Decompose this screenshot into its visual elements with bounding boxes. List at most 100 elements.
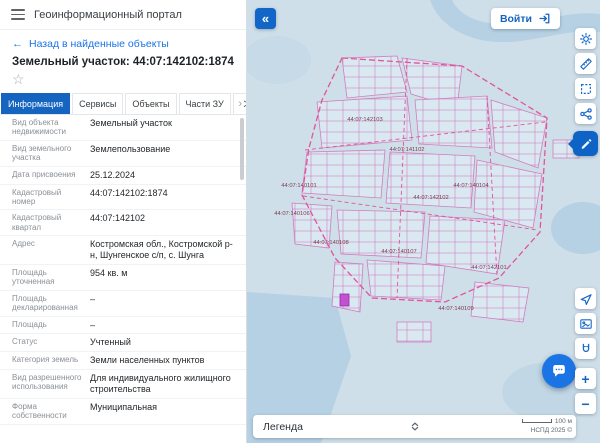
quarter-label: 44:07:141102 xyxy=(389,147,424,153)
table-row: Площадь уточненная 954 кв. м xyxy=(0,265,246,291)
scale-line xyxy=(521,418,552,423)
locate-button[interactable] xyxy=(575,288,596,309)
quarter-label: 44:07:140104 xyxy=(453,183,489,189)
table-row: Адрес Костромская обл., Костромской р-н,… xyxy=(0,236,246,265)
info-table: Вид объекта недвижимости Земельный участ… xyxy=(0,115,246,425)
row-value: Костромская обл., Костромской р-н, Шунге… xyxy=(90,239,233,261)
row-value: 44:07:142102 xyxy=(90,213,146,224)
quarter-label: 44:07:140107 xyxy=(381,249,416,255)
collapse-panel-button[interactable]: « xyxy=(255,8,276,29)
row-value: Землепользование xyxy=(90,143,171,154)
attribution-text: НСПД 2025 © xyxy=(530,427,572,435)
select-region-button[interactable] xyxy=(575,78,596,99)
login-arrow-icon xyxy=(539,13,550,24)
table-row: Дата присвоения 25.12.2024 xyxy=(0,167,246,185)
tab-information[interactable]: Информация xyxy=(1,93,71,114)
table-row: Кадастровый квартал 44:07:142102 xyxy=(0,210,246,237)
minus-icon: − xyxy=(581,395,590,412)
quarter-label: 44:07:142103 xyxy=(347,117,382,123)
plus-icon: + xyxy=(581,370,590,387)
page-title: Земельный участок: 44:07:142102:1874 xyxy=(12,56,234,68)
draw-icon xyxy=(581,138,591,149)
measure-button[interactable] xyxy=(575,53,596,74)
row-value: Для индивидуального жилищного строительс… xyxy=(90,373,231,394)
row-label: Категория земель xyxy=(12,355,79,365)
scale-label: 100 м xyxy=(554,417,572,425)
table-row: Площадь – xyxy=(0,317,246,335)
settings-button[interactable] xyxy=(575,28,596,49)
info-panel: Геоинформационный портал ← Назад в найде… xyxy=(0,0,247,443)
row-label: Кадастровый номер xyxy=(12,187,62,206)
row-label: Кадастровый квартал xyxy=(12,213,62,232)
tab-services[interactable]: Сервисы xyxy=(72,93,124,114)
row-label: Вид земельного участка xyxy=(12,143,72,163)
chat-icon xyxy=(553,365,565,377)
basemap-button[interactable] xyxy=(575,313,596,334)
legend-label: Легенда xyxy=(263,420,303,433)
tabs-scroll-right-icon[interactable]: › xyxy=(236,98,244,110)
row-value: 25.12.2024 xyxy=(90,169,136,180)
collapse-icon: « xyxy=(261,11,270,26)
row-label: Дата присвоения xyxy=(12,169,76,179)
row-label: Площадь декларированная xyxy=(12,293,78,313)
row-label: Площадь xyxy=(12,319,47,329)
login-button[interactable]: Войти xyxy=(490,8,560,29)
quarter-label: 44:07:140108 xyxy=(313,240,348,246)
favorite-star-icon[interactable]: ☆ xyxy=(0,70,36,89)
app-header: Геоинформационный портал xyxy=(0,0,246,30)
row-label: Вид объекта недвижимости xyxy=(12,118,66,137)
row-value: 44:07:142102:1874 xyxy=(90,187,168,198)
row-label: Площадь уточненная xyxy=(12,267,55,287)
map-attribution: 100 м НСПД 2025 © xyxy=(521,417,572,437)
row-value: – xyxy=(90,293,96,304)
table-row: Вид разрешенного использования Для индив… xyxy=(0,370,246,399)
table-row: Кадастровый номер 44:07:142102:1874 xyxy=(0,185,246,211)
legend-expand-icon[interactable] xyxy=(408,420,421,433)
row-label: Адрес xyxy=(12,239,35,249)
snap-button[interactable] xyxy=(575,338,596,359)
select-region-icon xyxy=(580,83,591,94)
quarter-label: 44:07:140109 xyxy=(438,306,473,312)
image-icon xyxy=(579,318,592,329)
table-row: Форма собственности Муниципальная xyxy=(0,399,246,425)
geoportal-app: Геоинформационный портал ← Назад в найде… xyxy=(0,0,600,443)
row-value: Земли населенных пунктов xyxy=(90,355,205,366)
panel-scrollbar[interactable] xyxy=(240,118,244,180)
row-label: Форма собственности xyxy=(12,401,67,421)
row-value: – xyxy=(90,319,96,330)
row-label: Вид разрешенного использования xyxy=(12,373,82,392)
table-row: Категория земель Земли населенных пункто… xyxy=(0,352,246,371)
scale-bar: 100 м xyxy=(521,417,572,427)
share-button[interactable] xyxy=(575,103,596,124)
tabs-bar: Информация Сервисы Объекты Части ЗУ Сост… xyxy=(0,89,246,115)
table-row: Площадь декларированная – xyxy=(0,291,246,317)
map-view: 44:07:142103 44:07:141102 44:07:140101 4… xyxy=(247,0,600,443)
back-link-label: Назад в найденные объекты xyxy=(29,38,169,50)
feedback-chat-button[interactable] xyxy=(542,354,576,388)
row-label: Статус xyxy=(12,337,38,347)
quarter-label: 44:07:142101 xyxy=(471,265,506,271)
login-label: Войти xyxy=(499,12,532,25)
ruler-icon xyxy=(579,57,592,70)
table-row: Вид земельного участка Землепользование xyxy=(0,141,246,167)
back-link[interactable]: ← Назад в найденные объекты xyxy=(0,30,246,53)
row-value: Учтенный xyxy=(90,337,131,348)
tab-parcel-parts[interactable]: Части ЗУ xyxy=(178,93,231,114)
gear-icon xyxy=(579,32,592,45)
zoom-in-button[interactable]: + xyxy=(575,368,596,389)
back-arrow-icon: ← xyxy=(12,37,23,50)
draw-tool-button[interactable] xyxy=(568,131,598,156)
share-icon xyxy=(579,107,592,120)
quarter-label: 44:07:140106 xyxy=(274,211,309,217)
magnet-icon xyxy=(582,343,589,352)
location-arrow-icon xyxy=(580,293,592,305)
row-value: 954 кв. м xyxy=(90,267,128,278)
zoom-out-button[interactable]: − xyxy=(575,393,596,414)
selected-parcel[interactable] xyxy=(339,293,350,307)
menu-icon[interactable] xyxy=(11,9,25,20)
quarter-label: 44:07:142102 xyxy=(413,195,448,201)
quarter-label: 44:07:140101 xyxy=(281,183,316,189)
row-value: Земельный участок xyxy=(90,118,172,128)
row-value: Муниципальная xyxy=(90,401,157,412)
tab-objects[interactable]: Объекты xyxy=(125,93,177,114)
